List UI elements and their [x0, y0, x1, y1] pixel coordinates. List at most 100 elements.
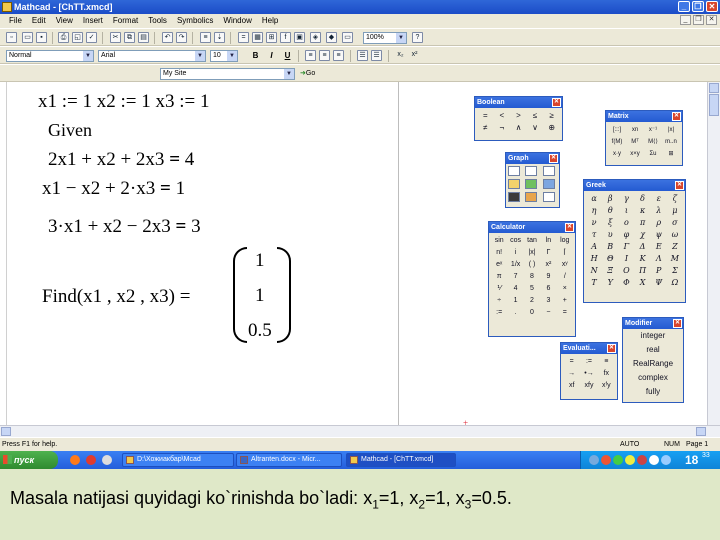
greek-letter[interactable]: μ: [667, 205, 683, 217]
menu-view[interactable]: View: [51, 14, 78, 28]
greek-letter[interactable]: ν: [586, 217, 602, 229]
subscript-icon[interactable]: x₂: [395, 50, 406, 61]
calculator-key[interactable]: 6: [540, 283, 556, 295]
italic-button[interactable]: I: [266, 50, 277, 61]
equation-1[interactable]: 2x1 + x2 + 2x3 = 4: [48, 149, 194, 171]
tray-icon[interactable]: [589, 455, 599, 465]
greek-letter[interactable]: γ: [618, 193, 634, 205]
matrix-palette[interactable]: Matrix ✕ [:::] xn x⁻¹ |x| f(M) Mᵀ M⟨⟩ m..…: [605, 110, 683, 166]
equation-2[interactable]: x1 − x2 + 2·x3 = 1: [42, 178, 185, 200]
greek-letter[interactable]: τ: [586, 229, 602, 241]
font-size-select[interactable]: 10 ▼: [210, 50, 238, 62]
matrix-op[interactable]: x⁻¹: [644, 124, 662, 136]
spell-check-icon[interactable]: ✓: [86, 32, 97, 43]
media-icon[interactable]: [102, 455, 112, 465]
greek-letter[interactable]: Ι: [618, 253, 634, 265]
greek-letter[interactable]: κ: [634, 205, 650, 217]
modifier-item[interactable]: complex: [623, 371, 683, 385]
horizontal-scrollbar[interactable]: [0, 425, 720, 437]
matrix-op[interactable]: |x|: [662, 124, 680, 136]
greek-letter[interactable]: β: [602, 193, 618, 205]
boolean-palette[interactable]: Boolean ✕ = < > ≤ ≥ ≠ ¬ ∧ ∨ ⊕: [474, 96, 563, 141]
bool-op[interactable]: =: [477, 110, 494, 122]
matrix-op[interactable]: [:::]: [608, 124, 626, 136]
network-icon[interactable]: [661, 455, 671, 465]
greek-letter[interactable]: φ: [618, 229, 634, 241]
close-icon[interactable]: ✕: [549, 154, 558, 163]
trace-icon[interactable]: [542, 192, 555, 202]
insert-function-icon[interactable]: f: [280, 32, 291, 43]
calculator-key[interactable]: 0: [524, 307, 540, 319]
close-icon[interactable]: ✕: [552, 98, 561, 107]
bool-op[interactable]: >: [510, 110, 527, 122]
greek-letter[interactable]: Κ: [634, 253, 650, 265]
calculator-key[interactable]: ÷: [491, 295, 507, 307]
tray-icon[interactable]: [613, 455, 623, 465]
greek-letter[interactable]: Ξ: [602, 265, 618, 277]
greek-letter[interactable]: σ: [667, 217, 683, 229]
matrix-op[interactable]: x×y: [626, 148, 644, 160]
task-word[interactable]: Altranten.docx - Micr...: [236, 453, 342, 467]
menu-format[interactable]: Format: [108, 14, 143, 28]
greek-letter[interactable]: Α: [586, 241, 602, 253]
bold-button[interactable]: B: [250, 50, 261, 61]
greek-letter[interactable]: Ρ: [651, 265, 667, 277]
cut-icon[interactable]: ✂: [110, 32, 121, 43]
bool-op[interactable]: ¬: [494, 122, 511, 134]
minimize-button[interactable]: _: [678, 1, 690, 12]
help-icon[interactable]: ?: [412, 32, 423, 43]
calculator-key[interactable]: xʸ: [557, 259, 573, 271]
3d-bar-icon[interactable]: [542, 179, 555, 189]
greek-letter[interactable]: ρ: [651, 217, 667, 229]
calculator-key[interactable]: .: [507, 307, 523, 319]
greek-letter[interactable]: Μ: [667, 253, 683, 265]
eval-op[interactable]: =: [563, 356, 580, 368]
vertical-scrollbar[interactable]: [707, 82, 720, 425]
menu-window[interactable]: Window: [218, 14, 256, 28]
greek-letter[interactable]: ψ: [651, 229, 667, 241]
greek-letter[interactable]: η: [586, 205, 602, 217]
region-icon[interactable]: ▭: [342, 32, 353, 43]
calculator-key[interactable]: π: [491, 271, 507, 283]
greek-letter[interactable]: Θ: [602, 253, 618, 265]
zoom-icon[interactable]: [525, 192, 538, 202]
calculator-key[interactable]: 9: [540, 271, 556, 283]
menu-symbolics[interactable]: Symbolics: [172, 14, 218, 28]
matrix-op[interactable]: x·y: [608, 148, 626, 160]
calculator-key[interactable]: Γ: [540, 247, 556, 259]
menu-tools[interactable]: Tools: [143, 14, 172, 28]
bool-op[interactable]: ≤: [527, 110, 544, 122]
equation-3[interactable]: 3·x1 + x2 − 2x3 = 3: [48, 216, 201, 238]
style-select[interactable]: Normal ▼: [6, 50, 94, 62]
greek-letter[interactable]: Χ: [634, 277, 650, 289]
print-preview-icon[interactable]: ◱: [72, 32, 83, 43]
tray-icon[interactable]: [637, 455, 647, 465]
close-icon[interactable]: ✕: [672, 112, 681, 121]
insert-graph-icon[interactable]: ▦: [252, 32, 263, 43]
calculator-key[interactable]: n!: [491, 247, 507, 259]
align-across-icon[interactable]: ≡: [200, 32, 211, 43]
go-button[interactable]: ➜Go: [300, 68, 315, 80]
resources-icon[interactable]: ◈: [310, 32, 321, 43]
align-right-icon[interactable]: ≡: [333, 50, 344, 61]
modifier-palette[interactable]: Modifier ✕ integer real RealRange complex…: [622, 317, 684, 403]
greek-letter[interactable]: Ν: [586, 265, 602, 277]
greek-letter[interactable]: Η: [586, 253, 602, 265]
calculator-key[interactable]: 1: [507, 295, 523, 307]
close-icon[interactable]: ✕: [675, 181, 684, 190]
eval-op[interactable]: →: [563, 368, 580, 380]
save-icon[interactable]: ▪: [36, 32, 47, 43]
bullets-icon[interactable]: ☰: [357, 50, 368, 61]
close-icon[interactable]: ✕: [607, 344, 616, 353]
doc-minimize-button[interactable]: _: [680, 15, 691, 25]
greek-letter[interactable]: Ε: [651, 241, 667, 253]
calculator-key[interactable]: ×: [557, 283, 573, 295]
modifier-item[interactable]: RealRange: [623, 357, 683, 371]
restore-button[interactable]: ❐: [692, 1, 704, 12]
greek-letter[interactable]: Ζ: [667, 241, 683, 253]
greek-palette[interactable]: Greek ✕ αβγδεζ ηθικλμ νξοπρσ τυφχψω ΑΒΓΔΕΖ ΗΘΙ…: [583, 179, 686, 303]
undo-icon[interactable]: ↶: [162, 32, 173, 43]
eval-op[interactable]: •→: [580, 368, 597, 380]
calculator-key[interactable]: sin: [491, 235, 507, 247]
matrix-op[interactable]: m..n: [662, 136, 680, 148]
